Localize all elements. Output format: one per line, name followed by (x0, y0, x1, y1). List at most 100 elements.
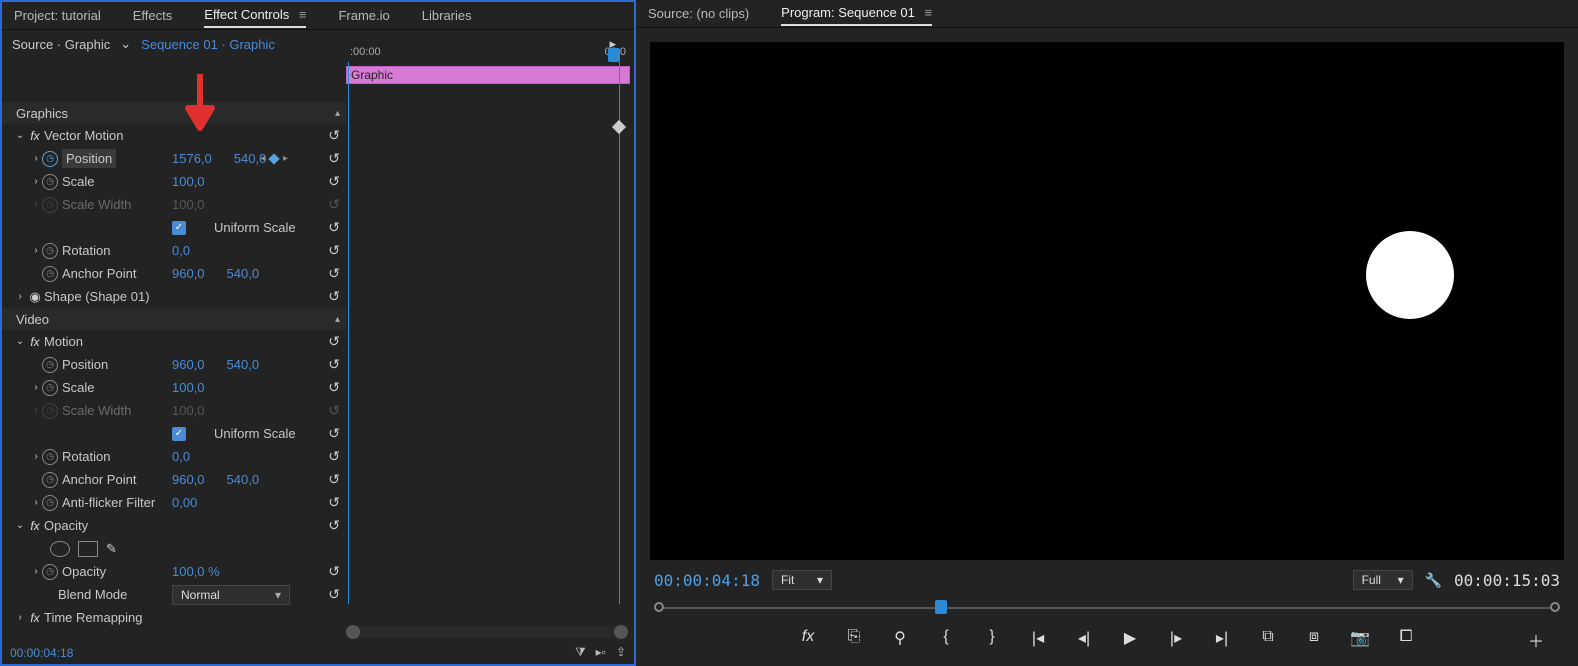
next-keyframe-icon[interactable]: ▸ (283, 153, 288, 164)
eye-icon[interactable]: ◉ (26, 289, 44, 305)
fx-icon[interactable]: fx (26, 611, 44, 625)
property-uniform-scale[interactable]: ✓ Uniform Scale ↺ (2, 216, 346, 239)
keyframe-marker-icon[interactable] (612, 120, 626, 134)
breadcrumb-source[interactable]: Source · Graphic (12, 37, 110, 52)
disclose-icon[interactable]: › (30, 451, 42, 462)
preview-canvas[interactable] (650, 42, 1564, 560)
stopwatch-icon[interactable]: ◷ (42, 357, 58, 373)
anchor-y-value[interactable]: 540,0 (227, 266, 260, 281)
breadcrumb-sequence[interactable]: Sequence 01 · Graphic (141, 37, 275, 52)
mark-in-icon[interactable]: ⎘ (844, 628, 864, 648)
disclose-icon[interactable]: › (30, 176, 42, 187)
anchor-x-value[interactable]: 960,0 (172, 266, 205, 281)
reset-icon[interactable]: ↺ (328, 494, 340, 511)
tab-program[interactable]: Program: Sequence 01 ≡ (781, 1, 932, 26)
reset-icon[interactable]: ↺ (328, 242, 340, 259)
property-motion-scale[interactable]: › ◷ Scale 100,0 ↺ (2, 376, 346, 399)
position-y-value[interactable]: 540,0 (227, 357, 260, 372)
uniform-scale-checkbox[interactable]: ✓ (172, 221, 186, 235)
reset-icon[interactable]: ↺ (328, 356, 340, 373)
property-motion-uniform[interactable]: ✓ Uniform Scale ↺ (2, 422, 346, 445)
chevron-down-icon[interactable]: ⌄ (116, 36, 135, 52)
property-rotation[interactable]: › ◷ Rotation 0,0 ↺ (2, 239, 346, 262)
effect-timeline[interactable]: :00:00 00:0 Graphic (346, 46, 630, 90)
effect-time-remapping[interactable]: › fx Time Remapping (2, 606, 346, 629)
property-motion-position[interactable]: › ◷ Position 960,0 540,0 ↺ (2, 353, 346, 376)
zoom-handle-right[interactable] (614, 625, 628, 639)
stopwatch-icon[interactable]: ◷ (42, 495, 58, 511)
reset-icon[interactable]: ↺ (328, 563, 340, 580)
playhead-icon[interactable] (608, 48, 620, 62)
section-graphics[interactable]: Graphics ▴ (2, 102, 346, 124)
uniform-scale-checkbox[interactable]: ✓ (172, 427, 186, 441)
lift-icon[interactable]: ⧉ (1258, 628, 1278, 648)
section-collapse-icon[interactable]: ▴ (335, 108, 340, 119)
tab-source[interactable]: Source: (no clips) (648, 2, 749, 25)
disclose-icon[interactable]: ⌄ (14, 336, 26, 347)
go-to-in-icon[interactable]: |◂ (1028, 628, 1048, 648)
property-antiflicker[interactable]: › ◷ Anti-flicker Filter 0,00 ↺ (2, 491, 346, 514)
quality-select[interactable]: Full▾ (1353, 570, 1413, 590)
comparison-view-icon[interactable]: ⧠ (1396, 628, 1416, 648)
total-timecode[interactable]: 00:00:15:03 (1454, 571, 1560, 590)
stopwatch-icon[interactable]: ◷ (42, 472, 58, 488)
filter-icon[interactable]: ⧩ (575, 645, 586, 660)
go-to-out-icon[interactable]: ▸| (1212, 628, 1232, 648)
zoom-select[interactable]: Fit▾ (772, 570, 832, 590)
tab-effects[interactable]: Effects (133, 4, 173, 27)
section-collapse-icon[interactable]: ▴ (335, 314, 340, 325)
reset-icon[interactable]: ↺ (328, 379, 340, 396)
disclose-icon[interactable]: ⌄ (14, 520, 26, 531)
stopwatch-icon[interactable]: ◷ (42, 174, 58, 190)
export-icon[interactable]: ⇪ (616, 645, 626, 660)
tab-frameio[interactable]: Frame.io (338, 4, 389, 27)
rotation-value[interactable]: 0,0 (172, 243, 190, 258)
tab-effect-controls[interactable]: Effect Controls ≡ (204, 3, 306, 28)
in-point-handle[interactable] (654, 602, 664, 612)
bracket-in-icon[interactable]: { (936, 628, 956, 648)
reset-icon[interactable]: ↺ (328, 173, 340, 190)
stopwatch-icon[interactable]: ◷ (42, 243, 58, 259)
mask-ellipse-icon[interactable] (50, 541, 70, 557)
current-timecode[interactable]: 00:00:04:18 (654, 571, 760, 590)
reset-icon[interactable]: ↺ (328, 333, 340, 350)
scrubber[interactable] (654, 600, 1560, 616)
reset-icon[interactable]: ↺ (328, 265, 340, 282)
bracket-out-icon[interactable]: } (982, 628, 1002, 648)
disclose-icon[interactable]: › (30, 153, 42, 164)
settings-icon[interactable]: 🔧 (1425, 572, 1442, 589)
effect-shape[interactable]: › ◉ Shape (Shape 01) ↺ (2, 285, 346, 308)
property-position[interactable]: › ◷ Position 1576,0 540,0 ◂ ▸ ↺ (2, 147, 346, 170)
mask-rect-icon[interactable] (78, 541, 98, 557)
scale-value[interactable]: 100,0 (172, 380, 205, 395)
disclose-icon[interactable]: › (14, 612, 26, 623)
prev-keyframe-icon[interactable]: ◂ (260, 153, 265, 164)
zoom-handle-left[interactable] (346, 625, 360, 639)
out-point-handle[interactable] (1550, 602, 1560, 612)
effect-motion[interactable]: ⌄ fx Motion ↺ (2, 330, 346, 353)
stopwatch-icon[interactable]: ◷ (42, 380, 58, 396)
reset-icon[interactable]: ↺ (328, 586, 340, 603)
disclose-icon[interactable]: › (30, 245, 42, 256)
reset-icon[interactable]: ↺ (328, 219, 340, 236)
play-only-icon[interactable]: ▸▫ (596, 645, 606, 660)
step-back-icon[interactable]: ◂| (1074, 628, 1094, 648)
disclose-icon[interactable]: ⌄ (14, 130, 26, 141)
add-keyframe-icon[interactable] (268, 153, 279, 164)
step-forward-icon[interactable]: |▸ (1166, 628, 1186, 648)
position-x-value[interactable]: 1576,0 (172, 151, 212, 166)
disclose-icon[interactable]: › (30, 566, 42, 577)
effect-vector-motion[interactable]: ⌄ fx Vector Motion ↺ (2, 124, 346, 147)
tab-libraries[interactable]: Libraries (422, 4, 472, 27)
reset-icon[interactable]: ↺ (328, 517, 340, 534)
antiflicker-value[interactable]: 0,00 (172, 495, 197, 510)
effect-opacity[interactable]: ⌄ fx Opacity ↺ (2, 514, 346, 537)
reset-icon[interactable]: ↺ (328, 448, 340, 465)
opacity-value[interactable]: 100,0 % (172, 564, 220, 579)
export-frame-icon[interactable]: 📷 (1350, 628, 1370, 648)
anchor-x-value[interactable]: 960,0 (172, 472, 205, 487)
stopwatch-icon[interactable]: ◷ (42, 449, 58, 465)
reset-icon[interactable]: ↺ (328, 288, 340, 305)
anchor-y-value[interactable]: 540,0 (227, 472, 260, 487)
footer-timecode[interactable]: 00:00:04:18 (10, 646, 73, 660)
